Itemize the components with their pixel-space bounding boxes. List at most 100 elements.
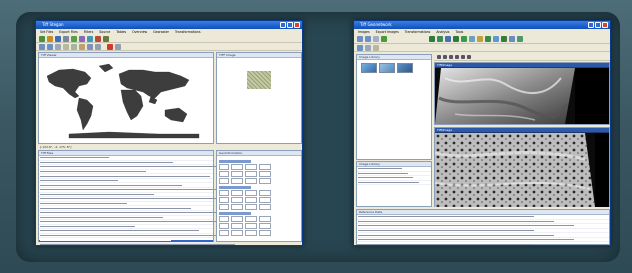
coordinate-field[interactable] bbox=[219, 204, 229, 210]
coordinate-field[interactable] bbox=[219, 171, 229, 177]
thumbnail-3[interactable] bbox=[397, 63, 413, 73]
grid-icon[interactable] bbox=[87, 43, 93, 50]
tree-icon[interactable] bbox=[453, 36, 459, 42]
left-menu-item-6[interactable]: Georaster bbox=[153, 29, 169, 35]
table-row[interactable] bbox=[39, 170, 213, 175]
coordinate-field[interactable] bbox=[231, 223, 243, 229]
right-menu-item-4[interactable]: Tools bbox=[455, 29, 463, 35]
back-icon[interactable] bbox=[357, 44, 363, 51]
info-icon[interactable] bbox=[79, 43, 85, 50]
coordinate-field[interactable] bbox=[231, 204, 243, 210]
coordinate-field[interactable] bbox=[259, 178, 271, 184]
coordinate-field[interactable] bbox=[259, 204, 271, 210]
thumbnail-2[interactable] bbox=[379, 63, 395, 73]
table-row[interactable] bbox=[39, 235, 264, 239]
left-menu-item-2[interactable]: Filters bbox=[84, 29, 94, 35]
refresh-icon[interactable] bbox=[71, 35, 77, 42]
coordinate-field[interactable] bbox=[231, 178, 243, 184]
table-row[interactable] bbox=[39, 157, 213, 161]
save-icon[interactable] bbox=[55, 35, 61, 42]
table-row[interactable] bbox=[39, 202, 213, 207]
minimize-button[interactable] bbox=[280, 22, 286, 28]
left-menu-item-4[interactable]: Tables bbox=[116, 29, 126, 35]
coordinate-field[interactable] bbox=[259, 223, 271, 229]
coordinate-field[interactable] bbox=[231, 190, 243, 196]
table-row[interactable] bbox=[39, 189, 246, 193]
left-menu-item-3[interactable]: Source bbox=[99, 29, 110, 35]
right-menu-item-0[interactable]: Images bbox=[358, 29, 370, 35]
left-menu-item-7[interactable]: Transformations bbox=[175, 29, 201, 35]
table-row[interactable] bbox=[39, 230, 213, 234]
coordinate-field[interactable] bbox=[259, 197, 271, 203]
coordinate-field[interactable] bbox=[219, 178, 229, 184]
right-menu-item-2[interactable]: Transformations bbox=[405, 29, 431, 35]
coordinate-field[interactable] bbox=[219, 230, 229, 236]
table-row[interactable] bbox=[357, 243, 609, 245]
pointer-icon[interactable] bbox=[437, 55, 441, 59]
coordinate-field[interactable] bbox=[219, 216, 229, 222]
table-row[interactable] bbox=[39, 161, 213, 166]
water-icon[interactable] bbox=[469, 36, 475, 42]
table-row[interactable] bbox=[39, 166, 238, 170]
table-row[interactable] bbox=[39, 193, 213, 198]
coordinate-field[interactable] bbox=[259, 190, 271, 196]
zoom-out-icon[interactable] bbox=[47, 43, 53, 50]
crop-icon[interactable] bbox=[467, 55, 471, 59]
layers-icon[interactable] bbox=[381, 36, 387, 42]
table-row[interactable] bbox=[39, 244, 236, 245]
table-row[interactable] bbox=[357, 216, 609, 220]
coordinate-field[interactable] bbox=[231, 216, 243, 222]
export-icon[interactable] bbox=[517, 36, 523, 42]
select-icon[interactable] bbox=[63, 43, 69, 50]
folder-icon[interactable] bbox=[47, 35, 53, 42]
zoom-in-icon[interactable] bbox=[449, 55, 453, 59]
table-row[interactable] bbox=[39, 175, 213, 179]
coordinate-field[interactable] bbox=[245, 216, 257, 222]
coordinate-field[interactable] bbox=[245, 197, 257, 203]
tiff-preview-image[interactable] bbox=[247, 71, 271, 89]
list-item[interactable] bbox=[357, 181, 431, 186]
print-icon[interactable] bbox=[373, 36, 379, 42]
left-window-titlebar[interactable]: Tiff Stegan bbox=[36, 21, 302, 29]
settings-icon[interactable] bbox=[115, 43, 121, 50]
save-icon[interactable] bbox=[365, 36, 371, 42]
open-icon[interactable] bbox=[357, 36, 363, 42]
image-icon[interactable] bbox=[429, 36, 435, 42]
maximize-button[interactable] bbox=[595, 22, 601, 28]
open-icon[interactable] bbox=[39, 35, 45, 42]
coordinate-field[interactable] bbox=[259, 164, 271, 170]
list-item[interactable] bbox=[357, 168, 431, 172]
top-satellite-image[interactable] bbox=[435, 68, 609, 124]
coordinate-field[interactable] bbox=[231, 230, 243, 236]
coordinate-field[interactable] bbox=[245, 171, 257, 177]
coordinate-field[interactable] bbox=[245, 223, 257, 229]
coordinate-field[interactable] bbox=[245, 204, 257, 210]
coordinate-field[interactable] bbox=[245, 230, 257, 236]
filter-icon[interactable] bbox=[103, 35, 109, 42]
table-row[interactable] bbox=[39, 180, 213, 184]
table-icon[interactable] bbox=[95, 43, 101, 50]
coordinate-field[interactable] bbox=[259, 230, 271, 236]
coordinate-field[interactable] bbox=[245, 178, 257, 184]
table-row[interactable] bbox=[39, 239, 213, 243]
globe-icon[interactable] bbox=[445, 36, 451, 42]
stop-icon[interactable] bbox=[95, 35, 101, 42]
maximize-button[interactable] bbox=[287, 22, 293, 28]
print-icon[interactable] bbox=[63, 35, 69, 42]
zoom-out-icon[interactable] bbox=[455, 55, 459, 59]
table-row[interactable] bbox=[357, 220, 609, 225]
coordinate-field[interactable] bbox=[231, 197, 243, 203]
map-icon[interactable] bbox=[437, 36, 443, 42]
grid-icon[interactable] bbox=[485, 36, 491, 42]
coordinate-field[interactable] bbox=[259, 171, 271, 177]
minimize-button[interactable] bbox=[588, 22, 594, 28]
rotate-icon[interactable] bbox=[461, 55, 465, 59]
bottom-satellite-image[interactable] bbox=[435, 133, 609, 207]
table-row[interactable] bbox=[357, 225, 609, 229]
globe-icon[interactable] bbox=[87, 35, 93, 42]
coordinate-field[interactable] bbox=[245, 190, 257, 196]
coordinate-field[interactable] bbox=[219, 164, 229, 170]
pan-icon[interactable] bbox=[55, 43, 61, 50]
table-row[interactable] bbox=[39, 225, 213, 230]
table-row[interactable] bbox=[39, 184, 213, 189]
